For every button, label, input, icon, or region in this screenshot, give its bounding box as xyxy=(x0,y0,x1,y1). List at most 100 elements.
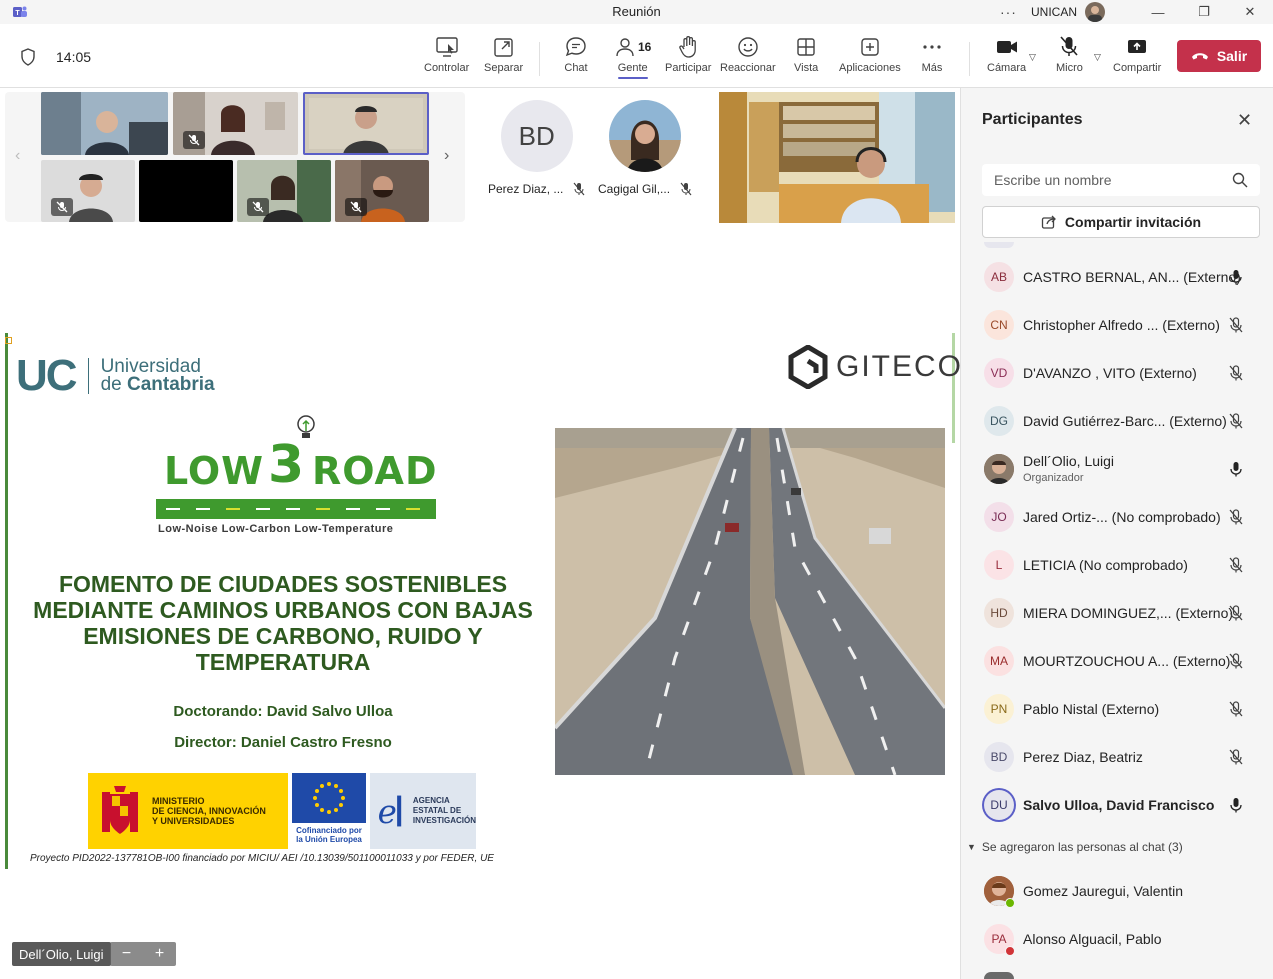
video-tile[interactable] xyxy=(237,160,331,222)
participant-name: Alonso Alguacil, Pablo xyxy=(1023,931,1162,947)
zoom-out-button[interactable]: − xyxy=(122,945,131,963)
video-tile-camera-off[interactable] xyxy=(139,160,233,222)
collapse-chevron-icon: ▼ xyxy=(967,842,976,852)
search-input[interactable] xyxy=(994,172,1224,188)
mic-off-icon xyxy=(1229,557,1243,578)
mic-options-chevron[interactable]: ▽ xyxy=(1094,52,1101,63)
video-tile[interactable] xyxy=(335,160,429,222)
mic-off-icon xyxy=(1229,365,1243,386)
participant-search[interactable] xyxy=(982,164,1260,196)
slide-student: Doctorando: David Salvo Ulloa xyxy=(173,703,393,720)
avatar: AB xyxy=(984,262,1014,292)
participant-row[interactable]: AB CASTRO BERNAL, AN... (Externo) xyxy=(961,254,1273,302)
mic-off-icon xyxy=(573,182,585,196)
more-actions-button[interactable]: Más xyxy=(921,34,943,80)
share-invite-button[interactable]: Compartir invitación xyxy=(982,206,1260,238)
leave-button[interactable]: Salir xyxy=(1177,40,1261,72)
hang-up-icon xyxy=(1191,53,1208,60)
mic-on-icon xyxy=(1229,269,1243,290)
partial-avatar xyxy=(984,972,1014,979)
eu-stars-icon xyxy=(313,782,345,814)
presence-status-icon xyxy=(1005,946,1015,956)
pop-out-button[interactable]: Separar xyxy=(484,34,523,80)
camera-icon xyxy=(996,41,1017,53)
participant-row[interactable]: MA MOURTZOUCHOU A... (Externo) xyxy=(961,638,1273,686)
raise-hand-button[interactable]: Participar xyxy=(665,34,711,80)
people-icon xyxy=(616,38,634,57)
mic-off-icon xyxy=(56,201,68,213)
raise-hand-icon xyxy=(679,36,697,58)
title-bar: T Reunión ··· UNICAN — ❐ ✕ xyxy=(0,0,1273,24)
close-panel-icon[interactable]: ✕ xyxy=(1237,110,1252,131)
participant-row[interactable]: DU Salvo Ulloa, David Francisco xyxy=(961,782,1273,830)
minimize-button[interactable]: — xyxy=(1135,0,1181,24)
gallery-next-chevron-icon[interactable]: › xyxy=(444,147,449,165)
mic-button[interactable]: Micro xyxy=(1056,34,1083,80)
uc-logo: UC Universidad de Cantabria xyxy=(16,351,215,400)
gallery-prev-chevron-icon[interactable]: ‹ xyxy=(15,147,20,165)
participant-name: MIERA DOMINGUEZ,... (Externo) xyxy=(1023,605,1234,621)
participant-row[interactable]: HD MIERA DOMINGUEZ,... (Externo) xyxy=(961,590,1273,638)
maximize-button[interactable]: ❐ xyxy=(1181,0,1227,24)
chat-participant-row[interactable]: PA Alonso Alguacil, Pablo xyxy=(961,916,1273,964)
video-tile[interactable] xyxy=(41,92,168,155)
view-button[interactable]: Vista xyxy=(794,34,818,80)
share-screen-icon xyxy=(1128,40,1147,53)
user-avatar[interactable] xyxy=(1085,2,1105,22)
more-options-button[interactable]: ··· xyxy=(1000,4,1017,20)
mic-off-icon xyxy=(188,134,200,146)
avatar: VD xyxy=(984,358,1014,388)
funders-logos: MINISTERIO DE CIENCIA, INNOVACIÓN Y UNIVER… xyxy=(88,773,476,849)
shield-icon[interactable] xyxy=(20,48,36,66)
react-button[interactable]: Reaccionar xyxy=(720,34,776,80)
avatar xyxy=(609,100,682,172)
chat-participant-row[interactable]: Gomez Jauregui, Valentin xyxy=(961,868,1273,916)
apps-button[interactable]: Aplicaciones xyxy=(839,34,901,80)
participant-name: LETICIA (No comprobado) xyxy=(1023,557,1188,573)
video-tile[interactable] xyxy=(173,92,298,155)
participant-tile-perez-diaz[interactable]: BD Perez Diaz, ... xyxy=(488,100,585,196)
zoom-in-button[interactable]: + xyxy=(155,945,164,963)
chat-icon xyxy=(565,37,586,57)
camera-options-chevron[interactable]: ▽ xyxy=(1029,52,1036,63)
close-window-button[interactable]: ✕ xyxy=(1227,0,1273,24)
zoom-controls: − + xyxy=(110,942,176,966)
participant-row[interactable]: DG David Gutiérrez-Barc... (Externo) xyxy=(961,398,1273,446)
people-button[interactable]: 16 Gente xyxy=(614,34,651,80)
highway-photo xyxy=(555,428,945,775)
avatar: PN xyxy=(984,694,1014,724)
mic-off-icon xyxy=(1060,36,1079,56)
mic-off-icon xyxy=(1229,413,1243,434)
participant-row[interactable]: PN Pablo Nistal (Externo) xyxy=(961,686,1273,734)
pop-out-icon xyxy=(493,38,513,57)
slide-footer: Proyecto PID2022-137781OB-I00 financiado… xyxy=(30,853,494,864)
mic-off-icon xyxy=(1229,317,1243,338)
participant-row[interactable]: Dell´Olio, Luigi Organizador xyxy=(961,446,1273,494)
meeting-timer: 14:05 xyxy=(56,49,92,65)
chat-group-header[interactable]: ▼ Se agregaron las personas al chat (3) xyxy=(967,840,1183,854)
participant-row[interactable]: BD Perez Diaz, Beatriz xyxy=(961,734,1273,782)
participant-row[interactable]: CN Christopher Alfredo ... (Externo) xyxy=(961,302,1273,350)
search-icon[interactable] xyxy=(1232,172,1248,188)
active-speaker-video[interactable] xyxy=(719,92,955,223)
aei-logo: e AGENCIA ESTATAL DE INVESTIGACIÓN xyxy=(370,773,476,849)
participant-name: Perez Diaz, Beatriz xyxy=(1023,749,1143,765)
video-tile[interactable] xyxy=(41,160,135,222)
muted-badge xyxy=(345,198,367,216)
control-button[interactable]: Controlar xyxy=(424,34,469,80)
toolbar-divider xyxy=(539,42,540,76)
participant-row[interactable]: VD D'AVANZO , VITO (Externo) xyxy=(961,350,1273,398)
participant-row[interactable]: JO Jared Ortiz-... (No comprobado) xyxy=(961,494,1273,542)
active-speaker-name: Dell´Olio, Luigi xyxy=(12,942,111,966)
participant-name: Christopher Alfredo ... (Externo) xyxy=(1023,317,1220,333)
chat-button[interactable]: Chat xyxy=(564,34,588,80)
add-app-icon xyxy=(861,38,879,56)
camera-button[interactable]: Cámara xyxy=(987,34,1026,80)
avatar: HD xyxy=(984,598,1014,628)
video-tile-selected[interactable] xyxy=(303,92,429,155)
participant-name: Perez Diaz, ... xyxy=(488,182,564,196)
participant-row[interactable]: L LETICIA (No comprobado) xyxy=(961,542,1273,590)
mic-off-icon xyxy=(1229,701,1243,722)
participant-tile-cagigal-gil[interactable]: Cagigal Gil,... xyxy=(598,100,692,196)
share-button[interactable]: Compartir xyxy=(1113,34,1161,80)
